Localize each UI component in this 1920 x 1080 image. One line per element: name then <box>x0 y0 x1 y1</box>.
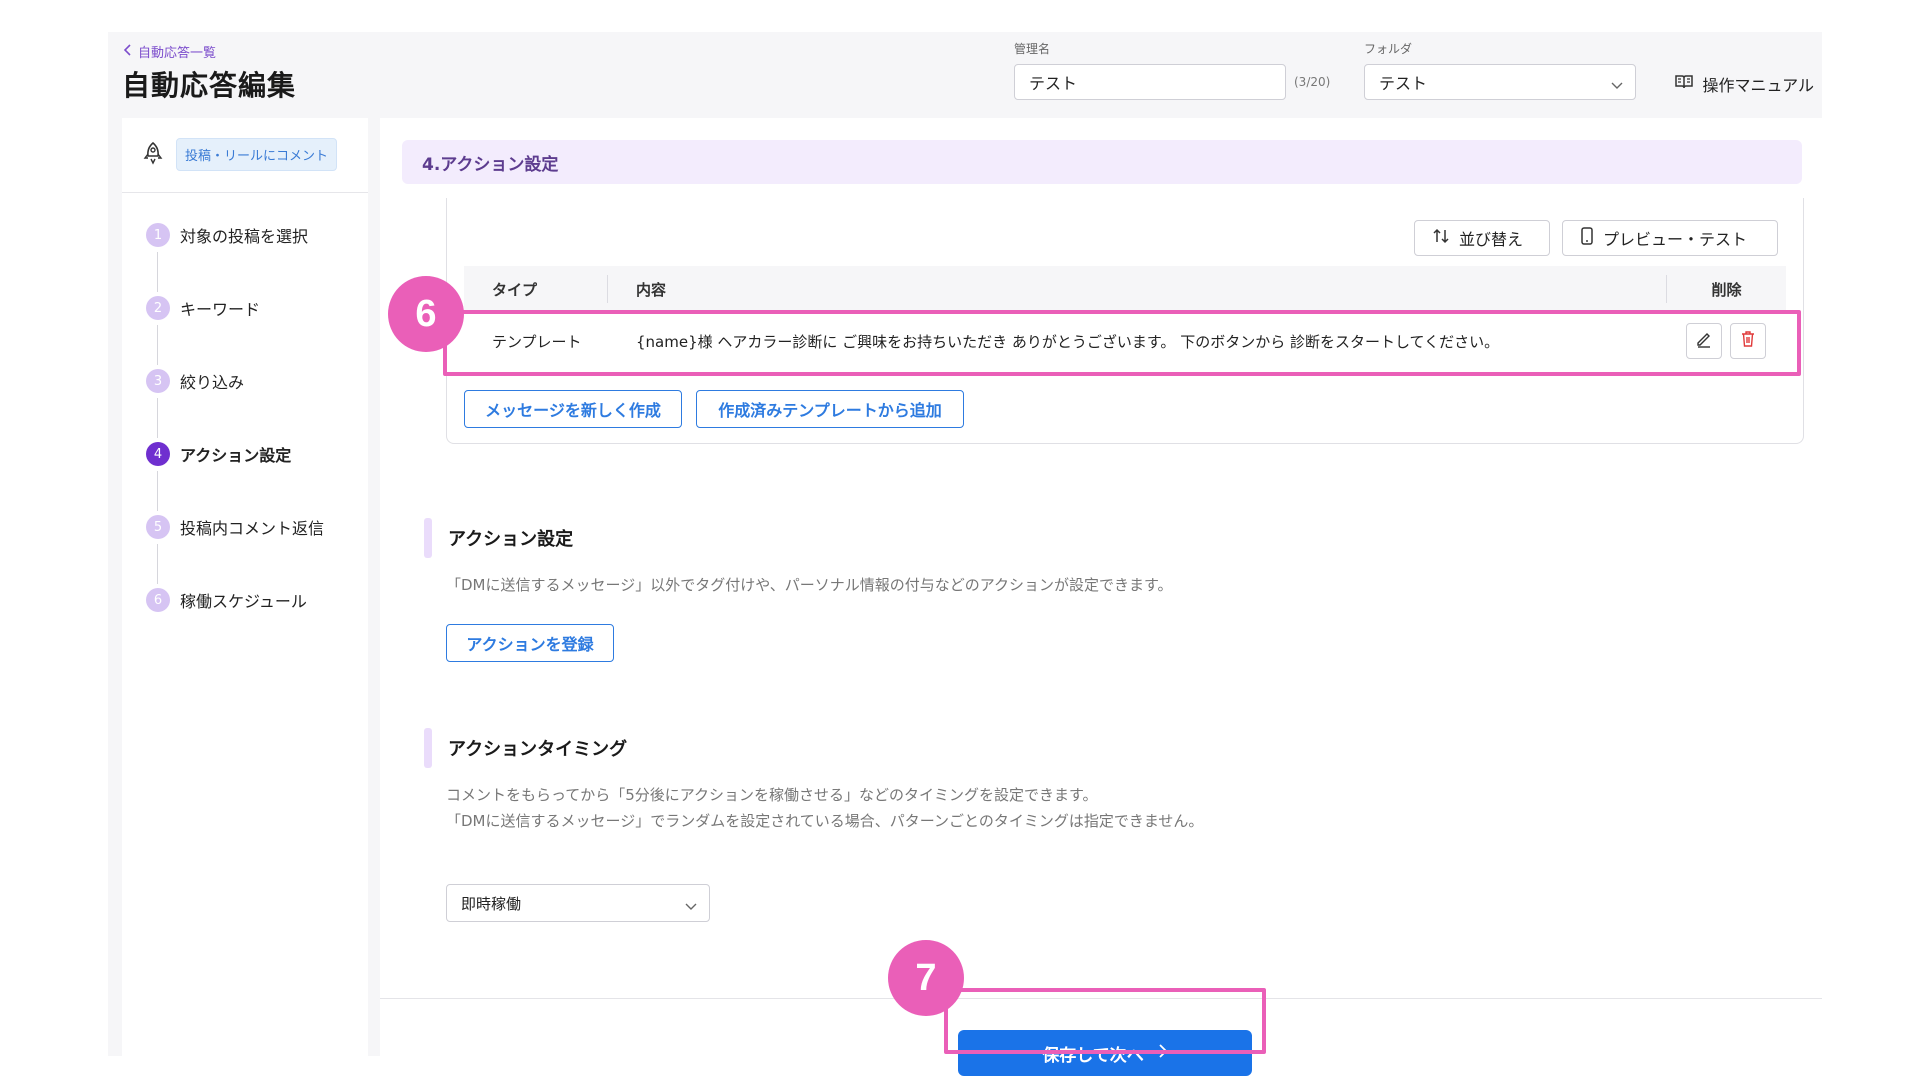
step-item-filter[interactable]: 3 絞り込み <box>146 368 324 438</box>
step-label: アクション設定 <box>180 446 292 465</box>
table-header: タイプ 内容 削除 <box>464 266 1786 312</box>
action-timing-desc-1: コメントをもらってから「5分後にアクションを稼働させる」などのタイミングを設定で… <box>446 786 1098 804</box>
highlight-box-6 <box>443 310 1801 376</box>
name-field-label: 管理名 <box>1014 42 1051 56</box>
action-settings-title: アクション設定 <box>448 529 574 550</box>
step-number: 5 <box>146 515 170 539</box>
step-marker-7: 7 <box>888 940 964 1016</box>
trigger-badge: 投稿・リールにコメント <box>176 138 338 171</box>
step-item-comment-reply[interactable]: 5 投稿内コメント返信 <box>146 514 325 584</box>
step-label: 対象の投稿を選択 <box>180 227 309 246</box>
smartphone-icon <box>1581 227 1593 249</box>
back-link-label: 自動応答一覧 <box>138 46 217 61</box>
step-number: 1 <box>146 223 170 247</box>
step-connector <box>157 325 158 365</box>
back-link[interactable]: 自動応答一覧 <box>123 42 217 61</box>
book-icon <box>1674 74 1694 94</box>
rocket-icon <box>142 141 164 169</box>
chevron-down-icon <box>685 897 697 910</box>
trigger-type: 投稿・リールにコメント <box>142 138 338 171</box>
timing-select-value: 即時稼働 <box>461 894 522 913</box>
action-timing-title: アクションタイミング <box>448 739 628 760</box>
add-from-template-button[interactable]: 作成済みテンプレートから追加 <box>696 390 964 428</box>
sidebar: 投稿・リールにコメント 1 対象の投稿を選択 2 キーワード 3 絞り込み 4 … <box>122 118 368 1056</box>
action-settings-desc: 「DMに送信するメッセージ」以外でタグ付けや、パーソナル情報の付与などのアクショ… <box>446 576 1173 594</box>
step-connector <box>157 398 158 438</box>
step-marker-6: 6 <box>388 276 464 352</box>
column-header-delete: 削除 <box>1666 275 1786 303</box>
step-connector <box>157 471 158 511</box>
page-title: 自動応答編集 <box>122 69 297 102</box>
sort-label: 並び替え <box>1459 230 1524 249</box>
column-header-type: タイプ <box>464 275 608 303</box>
timing-select[interactable]: 即時稼働 <box>446 884 710 922</box>
step-item-schedule[interactable]: 6 稼働スケジュール <box>146 587 324 613</box>
sort-button[interactable]: 並び替え <box>1414 220 1550 256</box>
step-label: 投稿内コメント返信 <box>180 519 325 538</box>
step-connector <box>157 544 158 584</box>
step-connector <box>157 252 158 292</box>
sidebar-divider <box>122 192 368 193</box>
main-panel: 4.アクション設定 並び替え プレビュー・テスト タイプ 内容 削除 テンプレー… <box>380 118 1822 1076</box>
step-number: 6 <box>146 588 170 612</box>
folder-select[interactable]: テスト <box>1364 64 1636 100</box>
folder-select-value: テスト <box>1379 74 1428 93</box>
step-list: 1 対象の投稿を選択 2 キーワード 3 絞り込み 4 アクション設定 5 投稿… <box>146 222 324 613</box>
action-timing-desc-2: 「DMに送信するメッセージ」でランダムを設定されている場合、パターンごとのタイミ… <box>446 812 1204 830</box>
manual-label: 操作マニュアル <box>1702 76 1814 95</box>
action-settings-heading: アクション設定 <box>424 518 573 558</box>
name-char-counter: (3/20) <box>1294 75 1331 89</box>
name-input-value: テスト <box>1029 74 1078 93</box>
preview-test-button[interactable]: プレビュー・テスト <box>1562 220 1778 256</box>
heading-accent-bar <box>424 728 432 768</box>
chevron-down-icon <box>1611 75 1623 89</box>
sort-icon <box>1433 228 1449 248</box>
step-label: 稼働スケジュール <box>180 592 307 611</box>
chevron-left-icon <box>123 43 132 60</box>
folder-field-label: フォルダ <box>1364 42 1413 56</box>
name-input[interactable]: テスト <box>1014 64 1286 100</box>
column-header-content: 内容 <box>636 280 667 299</box>
step-item-target-post[interactable]: 1 対象の投稿を選択 <box>146 222 324 292</box>
step-number: 2 <box>146 296 170 320</box>
heading-accent-bar <box>424 518 432 558</box>
step-number: 3 <box>146 369 170 393</box>
new-message-button[interactable]: メッセージを新しく作成 <box>464 390 682 428</box>
highlight-box-7 <box>944 988 1266 1054</box>
step-item-action-settings[interactable]: 4 アクション設定 <box>146 441 324 511</box>
action-timing-heading: アクションタイミング <box>424 728 627 768</box>
step-label: 絞り込み <box>180 373 245 392</box>
register-action-button[interactable]: アクションを登録 <box>446 624 614 662</box>
step-label: キーワード <box>180 300 261 319</box>
app-window: 自動応答一覧 自動応答編集 管理名 テスト (3/20) フォルダ テスト 操作… <box>108 32 1822 1076</box>
manual-link[interactable]: 操作マニュアル <box>1674 72 1814 96</box>
section-header: 4.アクション設定 <box>402 140 1802 184</box>
preview-test-label: プレビュー・テスト <box>1603 230 1748 249</box>
step-number: 4 <box>146 442 170 466</box>
step-item-keyword[interactable]: 2 キーワード <box>146 295 324 365</box>
